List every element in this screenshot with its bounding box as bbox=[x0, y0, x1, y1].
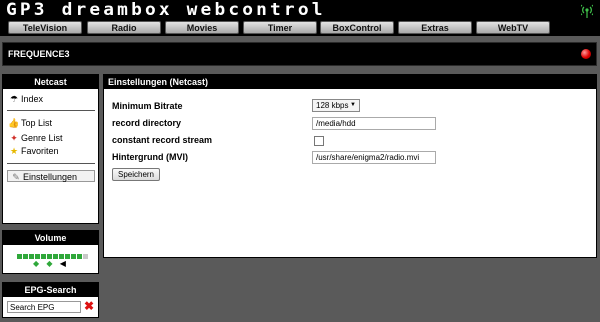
clear-icon[interactable]: ✖ bbox=[84, 300, 94, 312]
minimum-bitrate-label: Minimum Bitrate bbox=[112, 101, 183, 111]
volume-segment[interactable] bbox=[23, 254, 28, 259]
divider bbox=[7, 110, 95, 111]
sidebar-item-genre-list[interactable]: ✦ Genre List bbox=[8, 132, 62, 144]
volume-segment[interactable] bbox=[77, 254, 82, 259]
nav-timer[interactable]: Timer bbox=[243, 21, 317, 34]
nav-extras[interactable]: Extras bbox=[398, 21, 472, 34]
umbrella-icon: ☂ bbox=[9, 94, 19, 104]
epg-search-panel: EPG-Search Search EPG ✖ bbox=[2, 282, 99, 318]
signal-icon bbox=[581, 4, 593, 18]
record-icon[interactable] bbox=[581, 49, 591, 59]
current-channel-bar: FREQUENCE3 bbox=[2, 42, 597, 66]
page-title: Einstellungen (Netcast) bbox=[104, 75, 596, 89]
netcast-panel-title: Netcast bbox=[3, 75, 98, 89]
volume-panel: Volume ◆ ◆ ◀ bbox=[2, 230, 99, 274]
settings-panel: Einstellungen (Netcast) Minimum Bitrate … bbox=[103, 74, 597, 258]
mute-icon[interactable]: ◀ bbox=[60, 259, 66, 268]
volume-segment[interactable] bbox=[17, 254, 22, 259]
record-directory-input[interactable]: /media/hdd bbox=[312, 117, 436, 130]
volume-segment[interactable] bbox=[83, 254, 88, 259]
volume-panel-title: Volume bbox=[3, 231, 98, 245]
chevron-down-icon: ▼ bbox=[350, 102, 356, 108]
record-directory-label: record directory bbox=[112, 118, 182, 128]
constant-record-stream-label: constant record stream bbox=[112, 135, 213, 145]
star-icon: ★ bbox=[9, 146, 19, 156]
volume-controls: ◆ ◆ ◀ bbox=[33, 259, 71, 268]
nav-boxcontrol[interactable]: BoxControl bbox=[320, 21, 394, 34]
top-header: GP3 dreambox webcontrol TeleVision Radio… bbox=[0, 0, 600, 36]
nav-radio[interactable]: Radio bbox=[87, 21, 161, 34]
divider bbox=[7, 163, 95, 164]
app-logo: GP3 dreambox webcontrol bbox=[6, 0, 326, 20]
sidebar-item-einstellungen[interactable]: ✎ Einstellungen bbox=[7, 170, 95, 182]
volume-segment[interactable] bbox=[71, 254, 76, 259]
epg-search-title: EPG-Search bbox=[3, 283, 98, 297]
hintergrund-input[interactable]: /usr/share/enigma2/radio.mvi bbox=[312, 151, 436, 164]
genre-icon: ✦ bbox=[10, 133, 18, 143]
save-button[interactable]: Speichern bbox=[112, 168, 160, 181]
wrench-icon: ✎ bbox=[12, 172, 20, 182]
current-channel-name[interactable]: FREQUENCE3 bbox=[8, 49, 70, 59]
sidebar-item-top-list[interactable]: 👍Top List bbox=[8, 117, 52, 129]
sidebar-item-index[interactable]: ☂ Index bbox=[8, 93, 43, 105]
volume-down-icon[interactable]: ◆ bbox=[33, 259, 39, 268]
minimum-bitrate-select[interactable]: 128 kbps ▼ bbox=[312, 99, 360, 112]
constant-record-stream-checkbox[interactable] bbox=[314, 136, 324, 146]
nav-television[interactable]: TeleVision bbox=[8, 21, 82, 34]
volume-up-icon[interactable]: ◆ bbox=[46, 259, 52, 268]
hintergrund-label: Hintergrund (MVI) bbox=[112, 152, 188, 162]
epg-search-input[interactable]: Search EPG bbox=[7, 301, 81, 313]
netcast-panel: Netcast ☂ Index 👍Top List ✦ Genre List ★ Fa… bbox=[2, 74, 99, 224]
main-nav: TeleVision Radio Movies Timer BoxControl… bbox=[0, 20, 600, 36]
nav-webtv[interactable]: WebTV bbox=[476, 21, 550, 34]
thumbs-up-icon: 👍 bbox=[8, 118, 20, 128]
nav-movies[interactable]: Movies bbox=[165, 21, 239, 34]
sidebar-item-favoriten[interactable]: ★ Favoriten bbox=[8, 145, 59, 157]
